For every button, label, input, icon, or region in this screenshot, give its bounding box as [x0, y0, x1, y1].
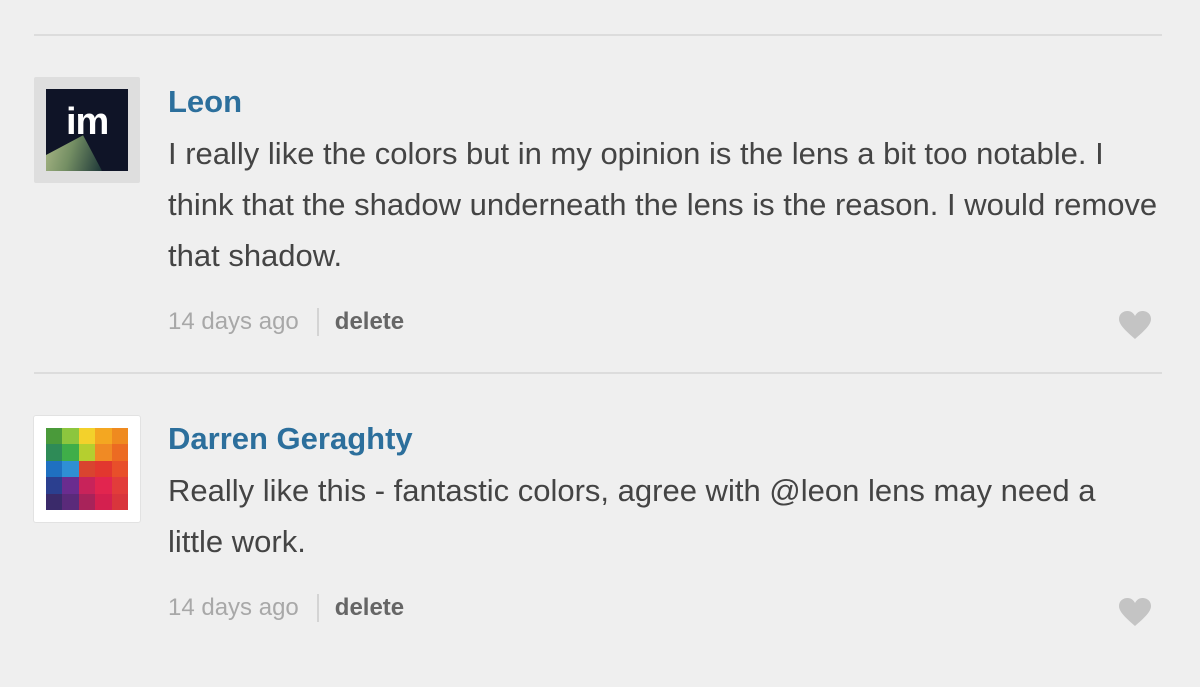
- avatar-grid-cell: [78, 477, 96, 494]
- avatar-grid-cell: [95, 460, 112, 478]
- avatar-grid-cell: [78, 460, 96, 478]
- avatar-grid-cell: [95, 428, 112, 445]
- delete-link[interactable]: delete: [335, 596, 404, 620]
- avatar-grid-cell: [46, 460, 63, 478]
- avatar-grid-cell: [111, 460, 128, 478]
- avatar-grid-cell: [78, 493, 96, 510]
- avatar-grid-cell: [62, 477, 79, 494]
- comment-meta: 14 days ago delete: [168, 308, 404, 336]
- avatar[interactable]: im: [34, 77, 140, 183]
- heart-icon[interactable]: [1118, 310, 1152, 340]
- im-logo-avatar: im: [46, 89, 128, 171]
- heart-icon[interactable]: [1118, 597, 1152, 627]
- avatar-grid-cell: [62, 460, 79, 478]
- avatar-grid-cell: [62, 428, 79, 445]
- avatar-grid-cell: [78, 444, 96, 461]
- avatar-grid-cell: [62, 493, 79, 510]
- meta-separator: [316, 308, 319, 336]
- logo-text: im: [66, 101, 109, 143]
- comment-timestamp: 14 days ago: [168, 594, 299, 621]
- avatar-grid-cell: [78, 428, 96, 445]
- avatar-grid-cell: [95, 477, 112, 494]
- comment-author[interactable]: Leon: [168, 86, 242, 117]
- avatar-grid-cell: [46, 493, 63, 510]
- avatar-grid-cell: [95, 444, 112, 461]
- color-grid-avatar: [46, 428, 128, 510]
- avatar-grid-cell: [46, 477, 63, 494]
- avatar-grid-cell: [46, 428, 63, 445]
- avatar[interactable]: [34, 416, 140, 522]
- avatar-grid-cell: [46, 444, 63, 461]
- comment-text: I really like the colors but in my opini…: [168, 136, 1158, 273]
- avatar-grid-cell: [95, 493, 112, 510]
- avatar-grid-cell: [111, 493, 128, 510]
- comment-divider: [34, 372, 1162, 374]
- avatar-grid-cell: [111, 428, 128, 445]
- comment-author[interactable]: Darren Geraghty: [168, 423, 413, 454]
- top-divider: [34, 34, 1162, 36]
- avatar-grid-cell: [111, 477, 128, 494]
- avatar-grid-cell: [111, 444, 128, 461]
- comment-text: Really like this - fantastic colors, agr…: [168, 473, 1096, 559]
- comment-timestamp: 14 days ago: [168, 308, 299, 335]
- avatar-grid-cell: [62, 444, 79, 461]
- meta-separator: [316, 594, 319, 622]
- comment-meta: 14 days ago delete: [168, 594, 404, 622]
- delete-link[interactable]: delete: [335, 310, 404, 334]
